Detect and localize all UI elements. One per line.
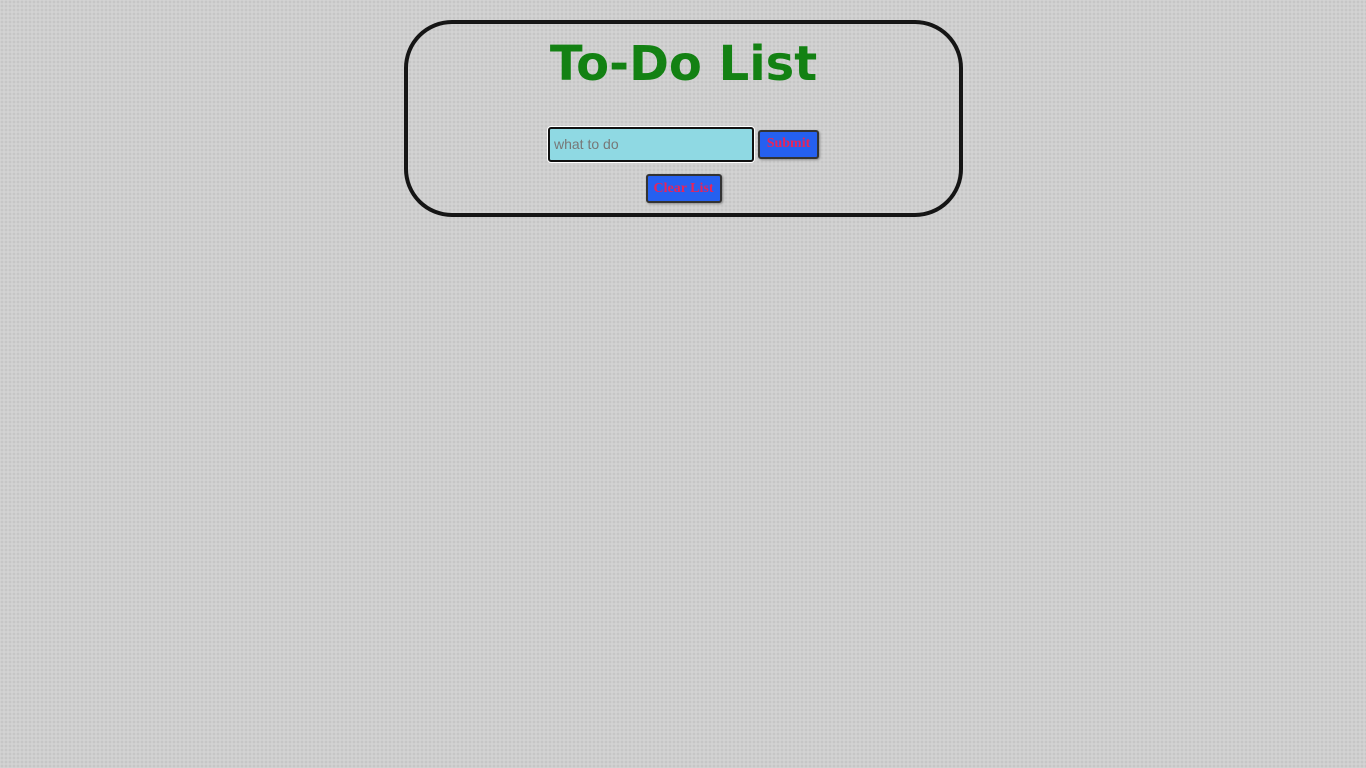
page-title: To-Do List: [549, 36, 818, 92]
submit-button[interactable]: Submit: [758, 129, 819, 159]
add-task-form: Submit: [408, 126, 959, 162]
task-input[interactable]: [548, 126, 754, 162]
clear-list-button[interactable]: Clear List: [645, 174, 722, 203]
clear-row: Clear List: [408, 174, 959, 203]
todo-card: To-Do List Submit Clear List: [404, 20, 963, 217]
